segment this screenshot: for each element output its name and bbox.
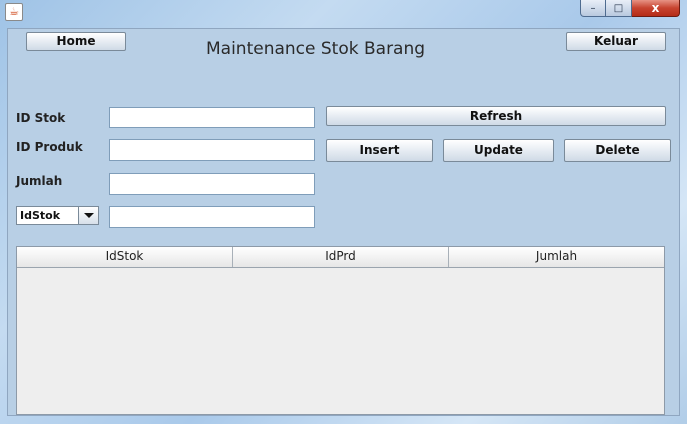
home-button[interactable]: Home [26,32,126,51]
keluar-button[interactable]: Keluar [566,32,666,51]
java-cup-icon[interactable]: ☕ [5,3,23,21]
filter-dropdown[interactable]: IdStok [16,206,99,225]
stok-table[interactable]: IdStok IdPrd Jumlah [16,246,665,415]
table-header: IdStok IdPrd Jumlah [17,247,664,268]
jumlah-field[interactable] [109,173,315,195]
page-title: Maintenance Stok Barang [206,39,426,59]
minimize-button[interactable]: – [580,0,606,17]
column-header-jumlah[interactable]: Jumlah [449,247,664,267]
search-input[interactable] [109,206,315,228]
update-button[interactable]: Update [443,139,554,162]
close-button[interactable]: x [632,0,680,17]
id-produk-field[interactable] [109,139,315,161]
refresh-button[interactable]: Refresh [326,106,666,126]
jumlah-label: Jumlah [16,174,63,188]
id-stok-field[interactable] [109,107,315,128]
id-produk-label: ID Produk [16,140,83,154]
delete-button[interactable]: Delete [564,139,671,162]
title-bar[interactable]: ☕ – □ x [0,0,687,22]
maximize-button[interactable]: □ [606,0,632,17]
window-controls: – □ x [580,0,680,18]
column-header-idstok[interactable]: IdStok [17,247,233,267]
id-stok-label: ID Stok [16,111,66,125]
column-header-idprd[interactable]: IdPrd [233,247,449,267]
insert-button[interactable]: Insert [326,139,433,162]
chevron-down-icon[interactable] [78,207,98,224]
filter-selected-value: IdStok [20,209,61,222]
